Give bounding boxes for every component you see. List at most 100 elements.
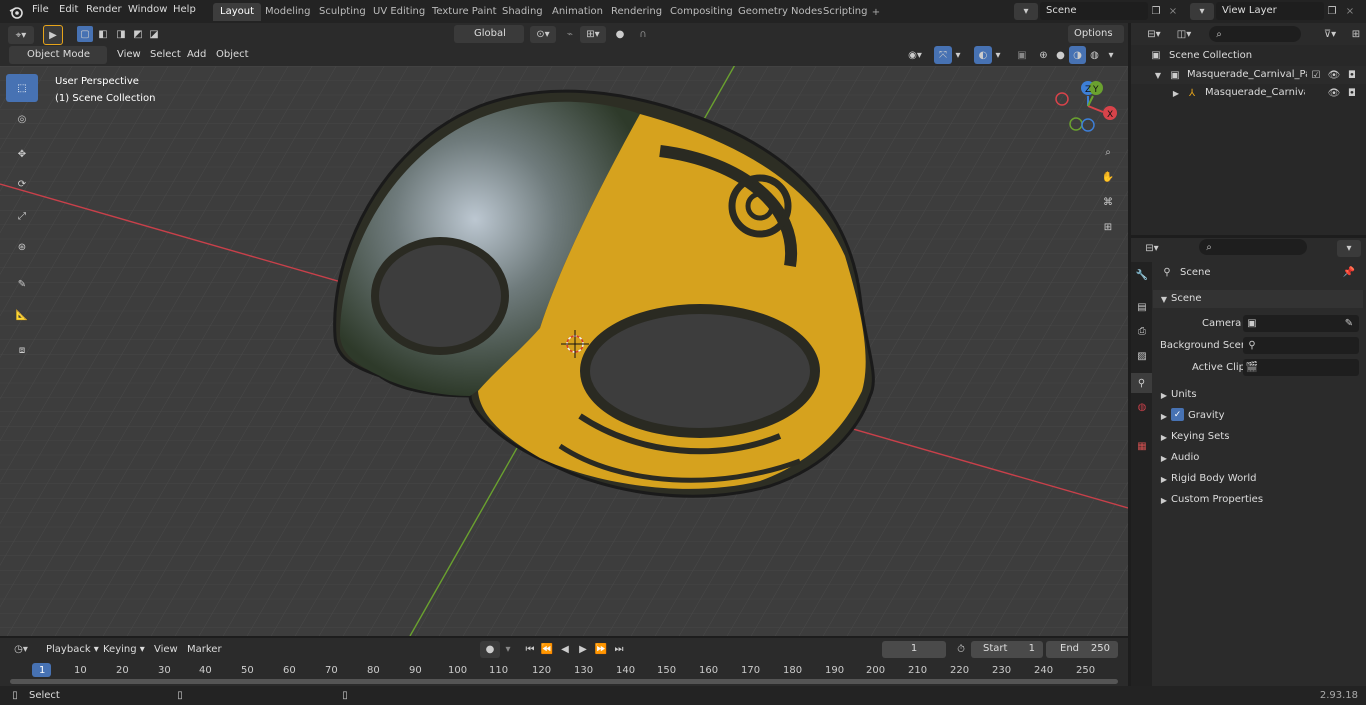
visibility-icon[interactable]: ◉▾ (902, 46, 928, 64)
stopwatch-icon[interactable]: ⏱ (953, 641, 969, 658)
pin-icon[interactable]: 📌 (1342, 265, 1356, 279)
keying-menu[interactable]: Keying ▾ (97, 641, 147, 659)
tab-texture-paint[interactable]: Texture Paint (425, 3, 504, 21)
menu-help[interactable]: Help (173, 4, 196, 15)
copy-scene-icon[interactable]: ❐ (1148, 3, 1164, 19)
transform-orientation-dropdown[interactable]: Global (454, 25, 524, 43)
pan-hand-icon[interactable]: ✋ (1098, 167, 1118, 187)
gizmo-toggle-icon[interactable]: ⤧ (934, 46, 952, 64)
proportional-edit-icon[interactable]: ● (612, 26, 628, 43)
eye-icon[interactable]: 👁 (1327, 68, 1341, 82)
editor-type-icon[interactable]: ⌖▾ (8, 26, 34, 44)
eye-icon[interactable]: 👁 (1327, 86, 1341, 100)
render-camera-icon[interactable]: ◘ (1345, 86, 1359, 100)
copy-view-layer-icon[interactable]: ❐ (1324, 3, 1340, 19)
tab-shading[interactable]: Shading (495, 3, 550, 21)
delete-view-layer-icon[interactable]: × (1343, 3, 1357, 19)
xray-icon[interactable]: ▣ (1013, 46, 1031, 64)
eyedropper-icon[interactable]: ✎ (1343, 316, 1355, 330)
timeline-editor-icon[interactable]: ◷▾ (8, 641, 34, 658)
background-scene-field[interactable]: ⚲ (1243, 337, 1359, 354)
select-box-icon[interactable]: ▶ (43, 25, 63, 45)
play-icon[interactable]: ▶ (575, 641, 591, 658)
blender-logo-icon[interactable] (8, 4, 24, 20)
tab-layout[interactable]: Layout (213, 3, 261, 21)
play-reverse-icon[interactable]: ◀ (557, 641, 573, 658)
end-frame-field[interactable]: End 250 (1046, 641, 1118, 658)
playback-menu[interactable]: Playback ▾ (40, 641, 99, 659)
measure-tool-icon[interactable]: 📐 (6, 301, 38, 329)
scene-section-header[interactable]: ▼ Scene (1153, 290, 1363, 308)
solid-shading-icon[interactable]: ● (1052, 46, 1069, 64)
panel-gravity[interactable]: ▶ ✓ Gravity (1153, 407, 1363, 425)
start-frame-field[interactable]: Start 1 (971, 641, 1043, 658)
marker-menu[interactable]: Marker (187, 644, 222, 655)
rotate-tool-icon[interactable]: ⟳ (6, 170, 38, 198)
material-shading-icon[interactable]: ◑ (1069, 46, 1086, 64)
tab-rendering[interactable]: Rendering (604, 3, 669, 21)
record-icon[interactable]: ● (480, 641, 500, 658)
panel-custom-properties[interactable]: ▶ Custom Properties (1153, 491, 1363, 509)
delete-scene-icon[interactable]: × (1166, 3, 1180, 19)
outliner-search-input[interactable]: ⌕ (1209, 26, 1301, 42)
render-camera-icon[interactable]: ◘ (1345, 68, 1359, 82)
view-layer-field[interactable]: View Layer (1216, 2, 1324, 20)
add-workspace-icon[interactable]: + (868, 4, 884, 20)
menu-add[interactable]: Add (187, 49, 206, 60)
zoom-icon[interactable]: ⌕ (1098, 142, 1118, 162)
camera-view-icon[interactable]: ⌘ (1098, 192, 1118, 212)
jump-end-icon[interactable]: ⏭ (611, 641, 627, 658)
overlay-toggle-icon[interactable]: ◐ (974, 46, 992, 64)
snap-icon[interactable]: ⌁ (562, 26, 578, 43)
active-clip-field[interactable]: 🎬 (1243, 359, 1359, 376)
annotate-tool-icon[interactable]: ✎ (6, 270, 38, 298)
render-tab-icon[interactable]: ▤ (1133, 298, 1151, 316)
filter-icon[interactable]: ⊽▾ (1317, 26, 1343, 43)
properties-editor-icon[interactable]: ⊟▾ (1139, 240, 1165, 257)
tab-modeling[interactable]: Modeling (258, 3, 318, 21)
gravity-checkbox[interactable]: ✓ (1171, 408, 1184, 421)
menu-file[interactable]: File (32, 4, 49, 15)
panel-keying-sets[interactable]: ▶ Keying Sets (1153, 428, 1363, 446)
expand-arrow-icon[interactable]: ▼ (1153, 68, 1163, 82)
tab-compositing[interactable]: Compositing (663, 3, 740, 21)
exclude-checkbox-icon[interactable]: ☑ (1309, 68, 1323, 82)
select-subtract-icon[interactable]: ◨ (113, 26, 129, 42)
scene-tab-icon[interactable]: ⚲ (1131, 373, 1152, 393)
tab-scripting[interactable]: Scripting (816, 3, 874, 21)
panel-rigid-body-world[interactable]: ▶ Rigid Body World (1153, 470, 1363, 488)
record-dropdown-icon[interactable]: ▾ (501, 641, 515, 658)
options-dropdown[interactable]: Options (1068, 25, 1124, 43)
properties-search-input[interactable]: ⌕ (1199, 239, 1307, 255)
falloff-icon[interactable]: ∩ (630, 26, 656, 43)
view-layer-icon[interactable]: ▾ (1190, 3, 1214, 20)
scene-icon[interactable]: ▾ (1014, 3, 1038, 20)
add-cube-tool-icon[interactable]: ⧈ (6, 336, 38, 364)
3d-viewport[interactable]: Z Y X User Perspective (1) Scene Collect… (0, 66, 1128, 636)
next-keyframe-icon[interactable]: ⏩ (593, 641, 609, 658)
menu-render[interactable]: Render (86, 4, 122, 15)
outliner-row[interactable]: ▶ ⅄ Masquerade_Carnival_Pa 👁 ◘ (1131, 84, 1366, 102)
wireframe-shading-icon[interactable]: ⊕ (1035, 46, 1052, 64)
tool-tab-icon[interactable]: 🔧 (1133, 266, 1151, 284)
move-tool-icon[interactable]: ✥ (6, 140, 38, 168)
scale-tool-icon[interactable]: ⤢ (6, 202, 38, 230)
snap-target-icon[interactable]: ⊞▾ (580, 26, 606, 43)
rendered-shading-icon[interactable]: ◍ (1086, 46, 1103, 64)
prev-keyframe-icon[interactable]: ⏪ (539, 641, 555, 658)
gizmo-dropdown-icon[interactable]: ▾ (952, 46, 964, 64)
outliner-editor-icon[interactable]: ⊟▾ (1141, 26, 1167, 43)
tab-animation[interactable]: Animation (545, 3, 610, 21)
transform-tool-icon[interactable]: ⊛ (6, 233, 38, 261)
select-invert-icon[interactable]: ◩ (130, 26, 146, 42)
display-mode-icon[interactable]: ◫▾ (1171, 26, 1197, 43)
scene-name-field[interactable]: Scene (1040, 2, 1148, 20)
panel-units[interactable]: ▶ Units (1153, 386, 1363, 404)
properties-options-icon[interactable]: ▾ (1337, 240, 1361, 257)
menu-object[interactable]: Object (216, 49, 249, 60)
pivot-point-icon[interactable]: ⊙▾ (530, 26, 556, 43)
overlay-dropdown-icon[interactable]: ▾ (992, 46, 1004, 64)
tab-sculpting[interactable]: Sculpting (312, 3, 373, 21)
menu-view[interactable]: View (117, 49, 141, 60)
camera-field[interactable]: ▣ ✎ (1243, 315, 1359, 332)
